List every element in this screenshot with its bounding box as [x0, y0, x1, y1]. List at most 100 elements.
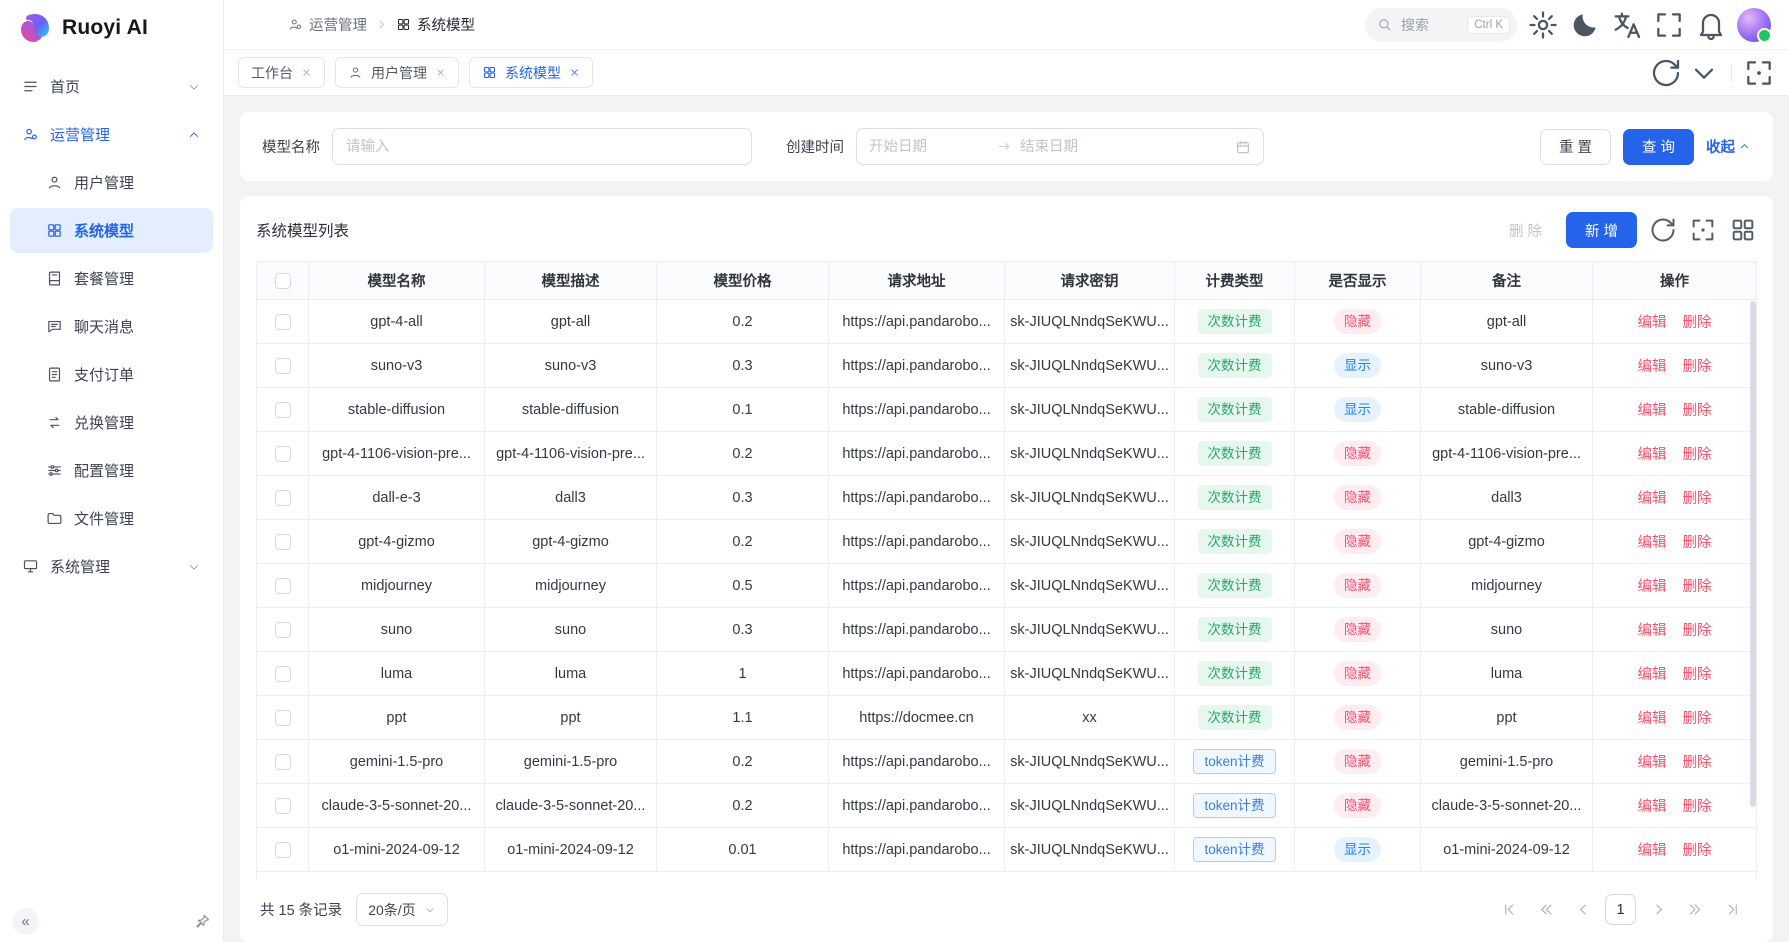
- current-page-number[interactable]: 1: [1605, 894, 1636, 925]
- delete-link[interactable]: 删除: [1683, 359, 1712, 375]
- delete-link[interactable]: 删除: [1683, 579, 1712, 595]
- tab-1[interactable]: 用户管理: [335, 57, 459, 88]
- delete-link[interactable]: 删除: [1683, 711, 1712, 727]
- close-icon[interactable]: [435, 67, 446, 78]
- delete-link[interactable]: 删除: [1683, 843, 1712, 859]
- logo-icon: [18, 11, 52, 45]
- sidebar-item-3[interactable]: 系统模型: [10, 208, 213, 253]
- query-button[interactable]: 查 询: [1623, 129, 1694, 165]
- row-checkbox[interactable]: [275, 446, 291, 462]
- create-time-range-picker[interactable]: [856, 128, 1264, 165]
- breadcrumb-item[interactable]: 系统模型: [396, 14, 475, 35]
- edit-link[interactable]: 编辑: [1638, 315, 1667, 331]
- language-translate-icon[interactable]: [1611, 9, 1643, 41]
- reset-button[interactable]: 重 置: [1540, 129, 1611, 165]
- notifications-bell-icon[interactable]: [1695, 9, 1727, 41]
- end-date-input[interactable]: [1020, 139, 1140, 155]
- edit-link[interactable]: 编辑: [1638, 667, 1667, 683]
- logo[interactable]: Ruoyi AI: [0, 0, 223, 56]
- clipped-next-row: [256, 872, 1757, 880]
- close-icon[interactable]: [569, 67, 580, 78]
- sidebar-item-7[interactable]: 兑换管理: [10, 400, 213, 445]
- jump-back-button[interactable]: [1531, 895, 1561, 925]
- select-all-checkbox[interactable]: [275, 273, 291, 289]
- start-date-input[interactable]: [869, 139, 989, 155]
- dark-mode-moon-icon[interactable]: [1569, 9, 1601, 41]
- row-checkbox[interactable]: [275, 314, 291, 330]
- sidebar-item-10[interactable]: 系统管理: [10, 544, 213, 589]
- settings-gear-icon[interactable]: [1527, 9, 1559, 41]
- last-page-button[interactable]: [1717, 895, 1747, 925]
- row-checkbox[interactable]: [275, 798, 291, 814]
- collapse-filter-link[interactable]: 收起: [1706, 136, 1751, 157]
- sidebar-item-1[interactable]: 运营管理: [10, 112, 213, 157]
- edit-link[interactable]: 编辑: [1638, 799, 1667, 815]
- global-search[interactable]: 搜索 Ctrl K: [1365, 8, 1517, 42]
- content-fullscreen-icon[interactable]: [1743, 57, 1775, 89]
- delete-link[interactable]: 删除: [1683, 447, 1712, 463]
- refresh-tab-icon[interactable]: [1650, 57, 1682, 89]
- edit-link[interactable]: 编辑: [1638, 447, 1667, 463]
- sidebar-item-4[interactable]: 套餐管理: [10, 256, 213, 301]
- delete-link[interactable]: 删除: [1683, 491, 1712, 507]
- row-checkbox[interactable]: [275, 358, 291, 374]
- row-checkbox[interactable]: [275, 842, 291, 858]
- column-settings-icon[interactable]: [1729, 216, 1757, 244]
- fullscreen-icon[interactable]: [1653, 9, 1685, 41]
- row-checkbox[interactable]: [275, 754, 291, 770]
- tab-menu-chevron-down-icon[interactable]: [1688, 57, 1720, 89]
- delete-link[interactable]: 删除: [1683, 315, 1712, 331]
- sidebar-item-2[interactable]: 用户管理: [10, 160, 213, 205]
- edit-link[interactable]: 编辑: [1638, 623, 1667, 639]
- edit-link[interactable]: 编辑: [1638, 755, 1667, 771]
- row-checkbox[interactable]: [275, 622, 291, 638]
- row-checkbox[interactable]: [275, 578, 291, 594]
- edit-link[interactable]: 编辑: [1638, 359, 1667, 375]
- edit-link[interactable]: 编辑: [1638, 711, 1667, 727]
- cell-model-desc: stable-diffusion: [485, 388, 657, 432]
- tab-2[interactable]: 系统模型: [469, 57, 593, 88]
- sidebar-item-5[interactable]: 聊天消息: [10, 304, 213, 349]
- breadcrumb-item[interactable]: 运营管理: [288, 14, 367, 35]
- edit-link[interactable]: 编辑: [1638, 403, 1667, 419]
- page-size-select[interactable]: 20条/页: [356, 893, 447, 926]
- delete-button[interactable]: 删 除: [1497, 212, 1554, 248]
- next-page-button[interactable]: [1643, 895, 1673, 925]
- delete-link[interactable]: 删除: [1683, 623, 1712, 639]
- table-scrollbar[interactable]: [1750, 301, 1756, 876]
- row-checkbox[interactable]: [275, 534, 291, 550]
- edit-link[interactable]: 编辑: [1638, 579, 1667, 595]
- row-checkbox[interactable]: [275, 666, 291, 682]
- sidebar-item-8[interactable]: 配置管理: [10, 448, 213, 493]
- add-button[interactable]: 新 增: [1566, 212, 1637, 248]
- scrollbar-thumb[interactable]: [1750, 301, 1756, 807]
- user-avatar[interactable]: [1737, 8, 1771, 42]
- delete-link[interactable]: 删除: [1683, 755, 1712, 771]
- previous-page-button[interactable]: [1568, 895, 1598, 925]
- tab-0[interactable]: 工作台: [238, 57, 325, 88]
- edit-link[interactable]: 编辑: [1638, 843, 1667, 859]
- row-checkbox[interactable]: [275, 710, 291, 726]
- close-icon[interactable]: [301, 67, 312, 78]
- sidebar-item-6[interactable]: 支付订单: [10, 352, 213, 397]
- edit-link[interactable]: 编辑: [1638, 491, 1667, 507]
- hamburger-menu-icon[interactable]: [242, 9, 274, 41]
- refresh-table-icon[interactable]: [1649, 216, 1677, 244]
- sidebar-item-0[interactable]: 首页: [10, 64, 213, 109]
- create-time-field: 创建时间: [786, 128, 1264, 165]
- next-page-button-icon: [1651, 902, 1666, 917]
- delete-link[interactable]: 删除: [1683, 799, 1712, 815]
- row-checkbox[interactable]: [275, 490, 291, 506]
- row-checkbox[interactable]: [275, 402, 291, 418]
- delete-link[interactable]: 删除: [1683, 535, 1712, 551]
- sidebar-item-9[interactable]: 文件管理: [10, 496, 213, 541]
- edit-link[interactable]: 编辑: [1638, 535, 1667, 551]
- first-page-button[interactable]: [1494, 895, 1524, 925]
- delete-link[interactable]: 删除: [1683, 667, 1712, 683]
- sidebar-collapse-button[interactable]: «: [12, 908, 39, 935]
- delete-link[interactable]: 删除: [1683, 403, 1712, 419]
- table-fullscreen-icon[interactable]: [1689, 216, 1717, 244]
- pin-icon[interactable]: [194, 913, 211, 930]
- jump-forward-button[interactable]: [1680, 895, 1710, 925]
- model-name-input[interactable]: [332, 128, 752, 165]
